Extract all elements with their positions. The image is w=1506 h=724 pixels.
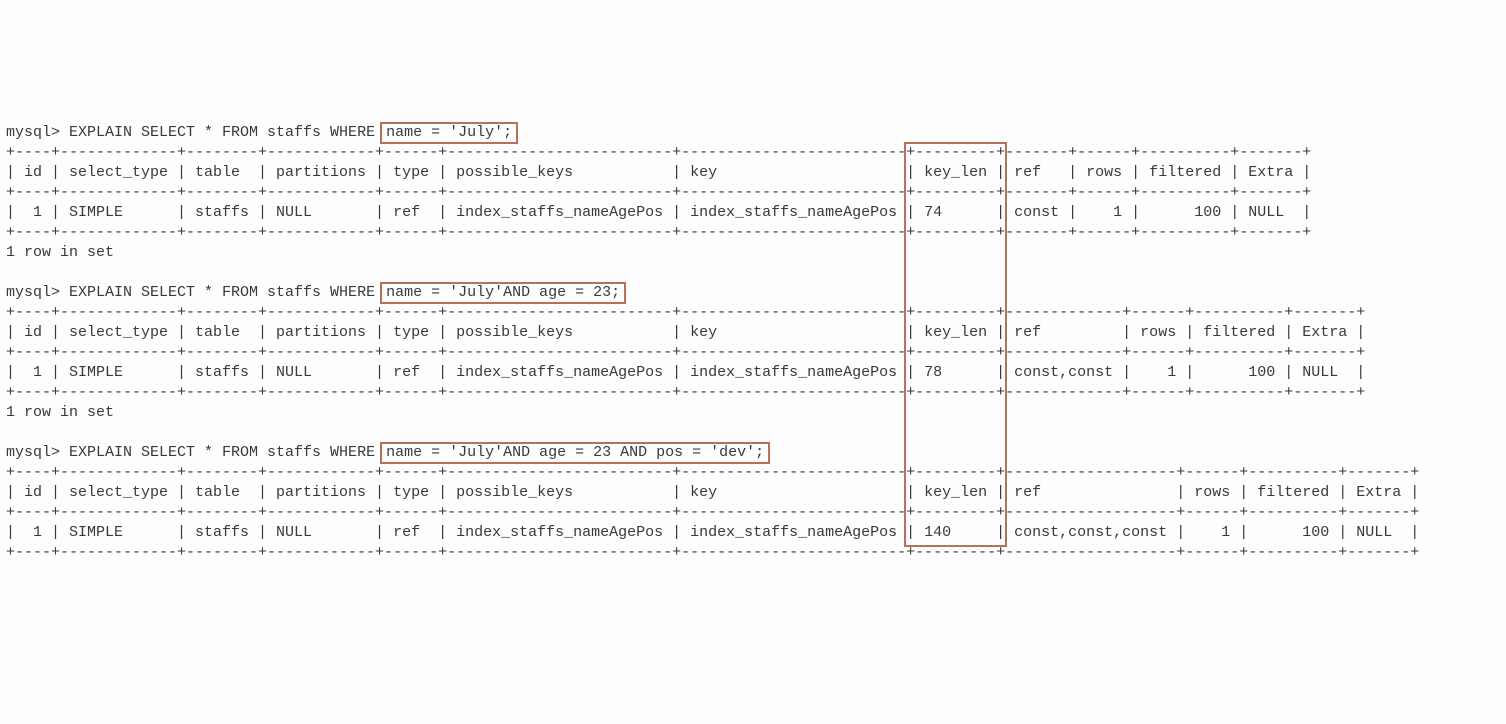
sql-explain: EXPLAIN SELECT * FROM staffs WHERE: [69, 124, 384, 141]
table-row: | 1 | SIMPLE | staffs | NULL | ref | ind…: [6, 524, 1419, 541]
sql-prompt: mysql>: [6, 124, 69, 141]
sql-explain: EXPLAIN SELECT * FROM staffs WHERE: [69, 444, 384, 461]
table-separator: +----+-------------+--------+-----------…: [6, 144, 1311, 161]
table-row: | 1 | SIMPLE | staffs | NULL | ref | ind…: [6, 204, 1311, 221]
table-row: | 1 | SIMPLE | staffs | NULL | ref | ind…: [6, 364, 1365, 381]
table-separator: +----+-------------+--------+-----------…: [6, 504, 1419, 521]
row-count: 1 row in set: [6, 404, 114, 421]
sql-prompt: mysql>: [6, 284, 69, 301]
table-separator: +----+-------------+--------+-----------…: [6, 344, 1365, 361]
table-separator: +----+-------------+--------+-----------…: [6, 544, 1419, 561]
table-separator: +----+-------------+--------+-----------…: [6, 464, 1419, 481]
table-header: | id | select_type | table | partitions …: [6, 484, 1419, 501]
where-highlight-3: name = 'July'AND age = 23 AND pos = 'dev…: [380, 442, 770, 464]
table-separator: +----+-------------+--------+-----------…: [6, 304, 1365, 321]
table-separator: +----+-------------+--------+-----------…: [6, 384, 1365, 401]
sql-prompt: mysql>: [6, 444, 69, 461]
table-separator: +----+-------------+--------+-----------…: [6, 184, 1311, 201]
where-highlight-2: name = 'July'AND age = 23;: [380, 282, 626, 304]
where-highlight-1: name = 'July';: [380, 122, 518, 144]
terminal-output: mysql> EXPLAIN SELECT * FROM staffs WHER…: [0, 100, 1506, 624]
table-header: | id | select_type | table | partitions …: [6, 324, 1365, 341]
table-separator: +----+-------------+--------+-----------…: [6, 224, 1311, 241]
sql-explain: EXPLAIN SELECT * FROM staffs WHERE: [69, 284, 384, 301]
table-header: | id | select_type | table | partitions …: [6, 164, 1311, 181]
row-count: 1 row in set: [6, 244, 114, 261]
